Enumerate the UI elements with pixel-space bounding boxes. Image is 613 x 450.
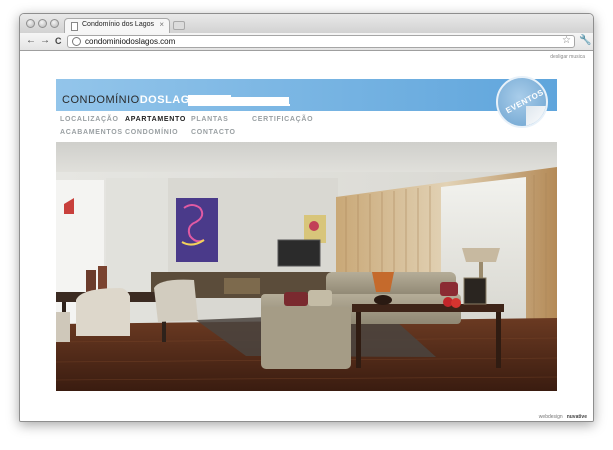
reload-button[interactable]: C: [55, 35, 62, 47]
tab-close-icon[interactable]: ×: [159, 20, 164, 29]
close-window-icon[interactable]: [26, 19, 35, 28]
logo-light-text: CONDOMÍNIO: [62, 94, 140, 106]
browser-tab[interactable]: Condomínio dos Lagos ×: [64, 18, 170, 33]
nav-condominio[interactable]: CONDOMÍNIO: [125, 129, 178, 136]
nav-certificacao[interactable]: CERTIFICAÇÃO: [252, 116, 313, 123]
nav-acabamentos[interactable]: ACABAMENTOS: [60, 129, 123, 136]
page-icon: [71, 22, 78, 31]
mute-music-link[interactable]: desligar musica: [550, 54, 585, 60]
title-bar: Condomínio dos Lagos ×: [20, 14, 593, 33]
zoom-window-icon[interactable]: [50, 19, 59, 28]
globe-icon: [72, 37, 81, 46]
footer-credit: webdesign nuvative: [539, 414, 587, 420]
minimize-window-icon[interactable]: [38, 19, 47, 28]
nav-plantas[interactable]: PLANTAS: [191, 116, 228, 123]
tab-title: Condomínio dos Lagos: [82, 21, 154, 28]
url-text[interactable]: condominiodoslagos.com: [85, 37, 175, 46]
logo-bar: [188, 104, 290, 106]
footer-webdesign: webdesign: [538, 414, 563, 420]
logo-bar: [188, 95, 231, 104]
back-button[interactable]: ←: [26, 35, 36, 47]
wrench-menu-icon[interactable]: 🔧: [579, 35, 591, 46]
header-banner: CONDOMÍNIODOSLAGOS: [56, 79, 557, 111]
logo-bar: [231, 97, 289, 104]
browser-window: Condomínio dos Lagos × ← → C condominiod…: [19, 13, 594, 422]
browser-toolbar: ← → C condominiodoslagos.com ☆ 🔧: [20, 33, 593, 51]
page-curl: [526, 106, 546, 126]
page-content: desligar musica CONDOMÍNIODOSLAGOS EVENT…: [20, 52, 593, 421]
nav-apartamento[interactable]: APARTAMENTO: [125, 116, 186, 123]
address-bar[interactable]: condominiodoslagos.com ☆: [67, 35, 575, 48]
eventos-badge[interactable]: EVENTOS: [496, 76, 548, 128]
footer-brand-link[interactable]: nuvative: [567, 414, 587, 420]
new-tab-button[interactable]: [173, 21, 185, 30]
living-room-photo: [56, 142, 557, 391]
forward-button[interactable]: →: [40, 35, 50, 47]
nav-localizacao[interactable]: LOCALIZAÇÃO: [60, 116, 119, 123]
bookmark-star-icon[interactable]: ☆: [562, 35, 571, 46]
nav-contacto[interactable]: CONTACTO: [191, 129, 236, 136]
site-logo[interactable]: CONDOMÍNIODOSLAGOS: [62, 94, 207, 106]
